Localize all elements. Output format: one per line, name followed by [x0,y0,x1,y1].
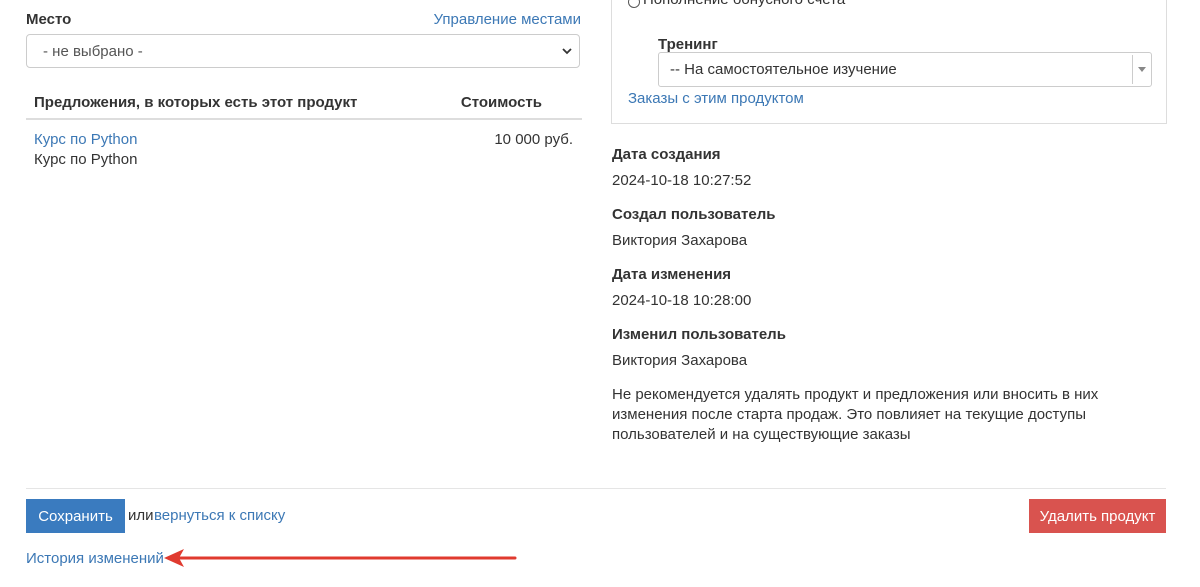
place-select[interactable]: - не выбрано - [26,34,580,68]
modified-by-user-link[interactable]: Виктория Захарова [612,352,747,369]
caret-down-icon [1138,67,1146,72]
modified-by-label: Изменил пользователь [612,326,786,343]
product-type-panel: Пополнение бонусного счета Тренинг -- На… [611,0,1167,124]
place-select-value: - не выбрано - [43,43,143,60]
history-link[interactable]: История изменений [26,550,164,567]
chevron-down-icon [562,48,572,55]
offer-link[interactable]: Курс по Python [34,131,137,148]
delete-product-button[interactable]: Удалить продукт [1029,499,1166,533]
orders-with-product-link[interactable]: Заказы с этим продуктом [628,90,804,107]
modified-date-label: Дата изменения [612,266,732,283]
created-date-value: 2024-10-18 10:27:52 [612,172,752,189]
offer-price: 10 000 руб. [494,131,573,148]
table-row: Курс по Python Курс по Python 10 000 руб… [26,121,582,171]
place-label: Место [26,11,72,28]
warning-text: Не рекомендуется удалять продукт и предл… [612,386,1099,443]
manage-places-link[interactable]: Управление местами [434,11,581,28]
annotation-arrow-icon [164,549,517,567]
price-column-header: Стоимость [460,94,542,111]
or-text: или [128,507,154,524]
modified-date-value: 2024-10-18 10:28:00 [612,292,752,309]
training-label: Тренинг [658,36,718,53]
created-date-label: Дата создания [612,146,721,163]
footer-divider [26,488,1166,489]
save-button[interactable]: Сохранить [26,499,125,533]
training-select-value: -- На самостоятельное изучение [670,61,897,78]
created-by-user-link[interactable]: Виктория Захарова [612,232,747,249]
back-to-list-link[interactable]: вернуться к списку [154,507,285,524]
offers-table-header: Предложения, в которых есть этот продукт… [26,84,582,120]
offers-column-header: Предложения, в которых есть этот продукт [34,94,358,111]
created-by-label: Создал пользователь [612,206,776,223]
bonus-radio-label: Пополнение бонусного счета [643,0,845,8]
offer-name: Курс по Python [34,151,138,168]
select-separator [1132,55,1133,84]
bonus-radio[interactable] [628,0,640,8]
training-select[interactable]: -- На самостоятельное изучение [658,52,1152,87]
